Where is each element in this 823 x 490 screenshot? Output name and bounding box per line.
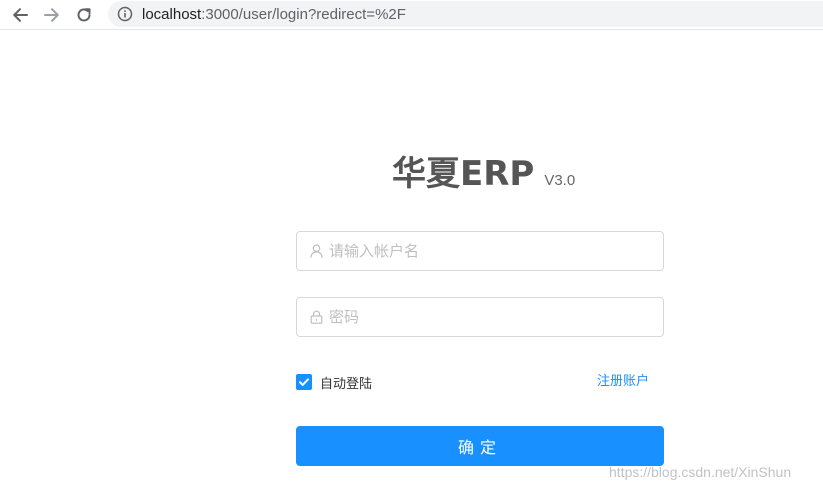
user-icon	[309, 244, 323, 258]
logo: 华夏ERP V3.0	[392, 146, 576, 194]
lock-icon	[309, 310, 323, 324]
register-link[interactable]: 注册账户	[597, 373, 649, 391]
remember-checkbox[interactable]	[296, 374, 312, 390]
watermark: https://blog.csdn.net/XinShun	[609, 464, 792, 480]
address-bar[interactable]: localhost:3000/user/login?redirect=%2F	[108, 1, 823, 27]
remember-label: 自动登陆	[320, 376, 373, 392]
check-icon	[299, 378, 309, 386]
reload-icon[interactable]	[72, 3, 96, 27]
password-input[interactable]	[329, 302, 659, 332]
app-title: 华夏ERP	[392, 154, 535, 194]
back-arrow-icon[interactable]	[8, 3, 32, 27]
browser-toolbar: localhost:3000/user/login?redirect=%2F	[0, 0, 823, 30]
url-path: :3000/user/login?redirect=%2F	[201, 5, 406, 23]
url-host: localhost	[142, 5, 202, 23]
forward-arrow-icon[interactable]	[40, 3, 64, 27]
remember-me[interactable]: 自动登陆	[296, 373, 373, 392]
app-version: V3.0	[544, 172, 576, 189]
info-icon[interactable]	[116, 5, 134, 23]
username-field[interactable]	[296, 231, 664, 271]
username-input[interactable]	[329, 236, 659, 266]
password-field[interactable]	[296, 297, 664, 337]
url-text[interactable]: localhost:3000/user/login?redirect=%2F	[142, 6, 406, 23]
login-submit-button[interactable]: 确定	[296, 426, 664, 466]
